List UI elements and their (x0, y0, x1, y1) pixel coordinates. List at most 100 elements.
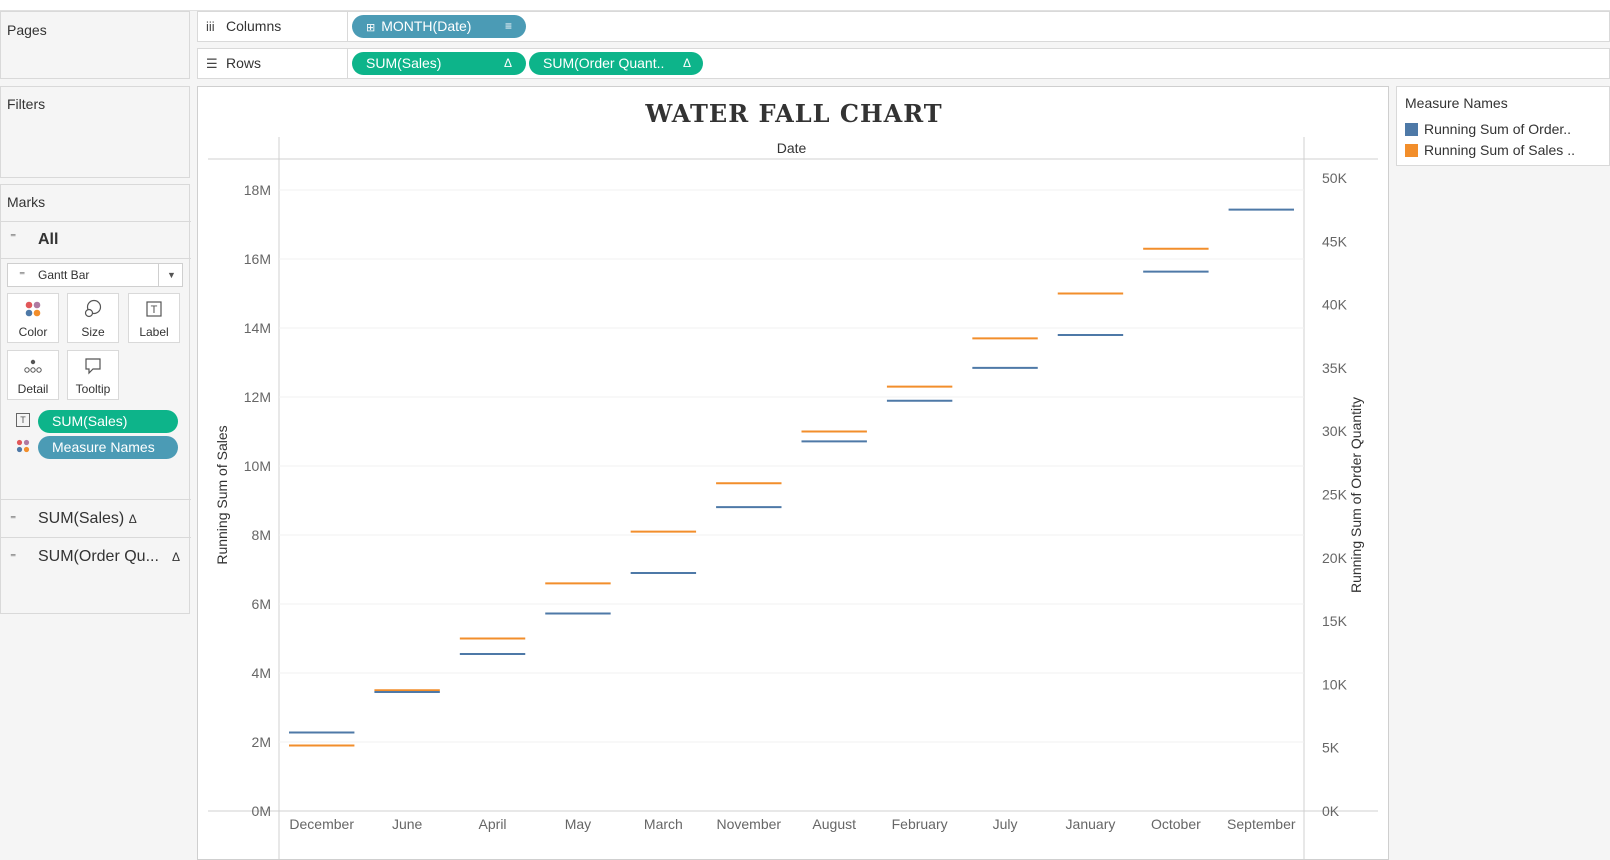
marks-card-sum-sales-label: SUM(Sales) (38, 510, 125, 527)
y-left-tick-label: 12M (244, 389, 271, 405)
y-right-tick-label: 35K (1322, 360, 1348, 376)
tooltip-button-label: Tooltip (75, 382, 111, 396)
x-tick-label: July (993, 816, 1018, 832)
rows-icon: ☰ (206, 56, 218, 71)
rows-shelf-label: ☰ Rows (198, 49, 348, 78)
gantt-icon: ⁼ (19, 268, 26, 282)
pages-panel[interactable]: Pages (0, 11, 190, 79)
rows-label-text: Rows (226, 55, 262, 71)
x-tick-label: May (565, 816, 591, 832)
y-right-tick-label: 25K (1322, 486, 1348, 502)
legend-item-order-quantity[interactable]: Running Sum of Order.. (1405, 121, 1571, 139)
x-tick-label: February (892, 816, 948, 832)
chart-svg[interactable]: Date 0M 2M 4M 6M 8M 10M 12M 14M 16M 18M 0K 5K 10K 15K 2… (198, 87, 1388, 859)
marks-panel: Marks ⁼ All ⁼ Gantt Bar ▼ Color Size T L… (0, 184, 191, 614)
delta-icon: Δ (128, 512, 137, 526)
chevron-down-icon: ▼ (158, 264, 184, 286)
x-tick-label: March (644, 816, 683, 832)
y-left-tick-label: 2M (252, 734, 271, 750)
y-right-tick-label: 0K (1322, 803, 1340, 819)
y-left-axis-title: Running Sum of Sales (214, 425, 230, 564)
y-right-tick-label: 50K (1322, 170, 1348, 186)
delta-icon: Δ (682, 56, 691, 70)
svg-text:T: T (151, 304, 158, 316)
x-tick-label: September (1227, 816, 1296, 832)
color-dots-icon (15, 438, 31, 459)
x-tick-label: April (479, 816, 507, 832)
x-tick-label: June (392, 816, 423, 832)
x-tick-label: January (1066, 816, 1116, 832)
legend-item-sales[interactable]: Running Sum of Sales .. (1405, 142, 1575, 160)
x-tick-label: November (716, 816, 781, 832)
y-right-tick-label: 30K (1322, 423, 1348, 439)
legend-swatch-orange (1405, 144, 1418, 157)
y-right-tick-label: 45K (1322, 233, 1348, 249)
measure-names-legend[interactable]: Measure Names Running Sum of Order.. Run… (1396, 86, 1610, 166)
marks-pill-sum-sales[interactable]: SUM(Sales) (38, 410, 178, 433)
size-button[interactable]: Size (67, 293, 119, 343)
delta-icon: Δ (172, 550, 181, 564)
columns-label-text: Columns (226, 18, 282, 34)
legend-item-label: Running Sum of Order.. (1424, 121, 1572, 137)
column-header-date: Date (777, 140, 807, 156)
detail-button-label: Detail (17, 382, 49, 396)
size-circles-icon (68, 299, 118, 325)
y-left-tick-label: 14M (244, 320, 271, 336)
color-button-label: Color (18, 325, 48, 339)
mark-type-value: Gantt Bar (38, 268, 90, 282)
size-button-label: Size (81, 325, 105, 339)
marks-card-sum-sales[interactable]: ⁼ SUM(Sales) Δ (1, 499, 191, 537)
rows-pill-sum-order-quantity[interactable]: SUM(Order Quant.. Δ (529, 52, 703, 75)
legend-item-label: Running Sum of Sales .. (1424, 142, 1575, 158)
color-dots-icon (8, 299, 58, 325)
y-right-tick-label: 15K (1322, 613, 1348, 629)
expand-plus-icon: ⊞ (366, 22, 376, 34)
marks-title: Marks (7, 194, 46, 210)
y-right-tick-label: 10K (1322, 676, 1348, 692)
label-button-label: Label (139, 325, 169, 339)
text-t-icon: T (129, 299, 179, 325)
detail-button[interactable]: Detail (7, 350, 59, 400)
color-button[interactable]: Color (7, 293, 59, 343)
x-tick-label: December (289, 816, 354, 832)
columns-shelf-label: iii Columns (198, 12, 348, 41)
filters-panel[interactable]: Filters (0, 86, 190, 178)
columns-shelf[interactable]: iii Columns ⊞ MONTH(Date) ≡ (197, 11, 1610, 42)
marks-card-sum-order-quantity[interactable]: ⁼ SUM(Order Qu... Δ (1, 537, 191, 575)
mark-type-dropdown[interactable]: ⁼ Gantt Bar ▼ (7, 263, 183, 287)
marks-card-sum-order-quantity-label: SUM(Order Qu... (38, 548, 159, 565)
marks-all-row[interactable]: ⁼ All (1, 221, 191, 259)
y-left-tick-label: 8M (252, 527, 271, 543)
marks-all-label: All (38, 231, 59, 248)
legend-title: Measure Names (1405, 95, 1508, 111)
detail-dots-icon (8, 356, 58, 382)
text-t-icon: T (16, 413, 30, 427)
y-right-tick-label: 5K (1322, 740, 1340, 756)
gantt-icon: ⁼ (10, 230, 17, 244)
gantt-icon: ⁼ (10, 512, 17, 526)
tooltip-button[interactable]: Tooltip (67, 350, 119, 400)
marks-pill-measure-names[interactable]: Measure Names (38, 436, 178, 459)
sort-icon: ≡ (504, 19, 512, 33)
chart-view[interactable]: WATER FALL CHART Date 0M 2M 4M 6M 8M 10M 12M 14M… (197, 86, 1389, 860)
y-right-tick-label: 20K (1322, 550, 1348, 566)
delta-icon: Δ (503, 56, 512, 70)
y-left-tick-label: 6M (252, 596, 271, 612)
filters-title: Filters (7, 96, 46, 112)
speech-bubble-icon (68, 356, 118, 382)
rows-pill-sum-sales[interactable]: SUM(Sales) Δ (352, 52, 526, 75)
x-tick-label: October (1151, 816, 1201, 832)
y-left-tick-label: 16M (244, 251, 271, 267)
rows-pill-sum-order-quantity-label: SUM(Order Quant.. (543, 55, 665, 71)
rows-pill-sum-sales-label: SUM(Sales) (366, 55, 442, 71)
rows-shelf[interactable]: ☰ Rows SUM(Sales) Δ SUM(Order Quant.. Δ (197, 48, 1610, 79)
x-tick-label: August (812, 816, 856, 832)
legend-swatch-blue (1405, 123, 1418, 136)
columns-pill-month-date[interactable]: ⊞ MONTH(Date) ≡ (352, 15, 526, 38)
y-left-tick-label: 18M (244, 182, 271, 198)
y-left-tick-label: 4M (252, 665, 271, 681)
label-button[interactable]: T Label (128, 293, 180, 343)
y-right-tick-label: 40K (1322, 297, 1348, 313)
y-left-tick-label: 10M (244, 458, 271, 474)
columns-pill-label: MONTH(Date) (381, 18, 472, 34)
